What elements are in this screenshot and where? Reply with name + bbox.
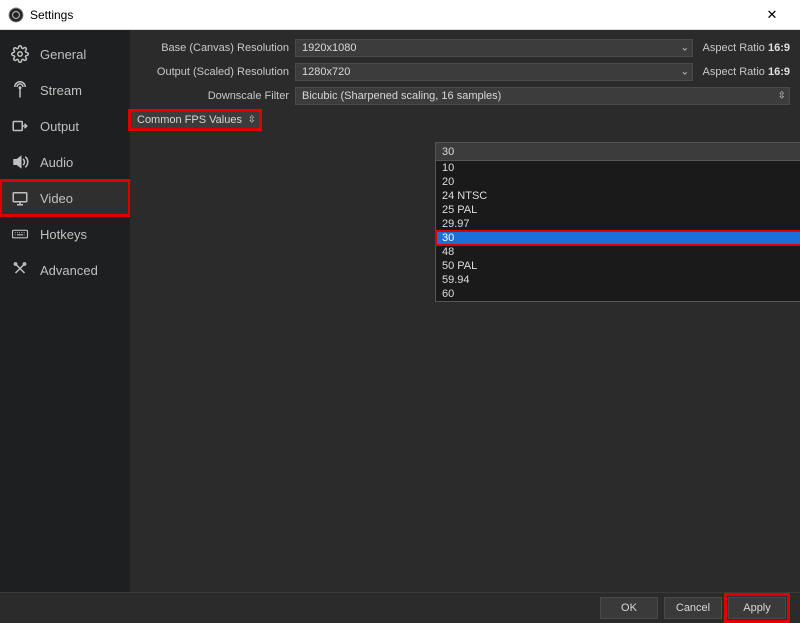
sidebar-item-general[interactable]: General: [0, 36, 130, 72]
ok-button[interactable]: OK: [600, 597, 658, 619]
footer: OK Cancel Apply: [0, 592, 800, 623]
fps-option-selected[interactable]: 30: [436, 231, 800, 245]
sidebar-item-label: Hotkeys: [40, 227, 87, 242]
cancel-button[interactable]: Cancel: [664, 597, 722, 619]
fps-mode-selector[interactable]: Common FPS Values ⇳: [130, 111, 260, 129]
combo-value: Bicubic (Sharpened scaling, 16 samples): [302, 90, 501, 102]
fps-current-value[interactable]: 30 ⇳: [436, 143, 800, 161]
output-icon: [10, 116, 30, 136]
fps-dropdown[interactable]: 30 ⇳ 10 20 24 NTSC 25 PAL 29.97 30 48 50…: [435, 142, 800, 302]
sidebar: General Stream Output Audio Video Hotkey…: [0, 30, 130, 592]
sidebar-item-label: Audio: [40, 155, 73, 170]
row-downscale-filter: Downscale Filter Bicubic (Sharpened scal…: [130, 86, 790, 106]
sidebar-item-label: Output: [40, 119, 79, 134]
fps-option[interactable]: 25 PAL: [436, 203, 800, 217]
sidebar-item-label: Advanced: [40, 263, 98, 278]
sidebar-item-hotkeys[interactable]: Hotkeys: [0, 216, 130, 252]
output-resolution-combo[interactable]: 1280x720 ⌄: [295, 63, 693, 81]
base-aspect-ratio: Aspect Ratio 16:9: [695, 42, 790, 54]
combo-value: 1920x1080: [302, 42, 356, 54]
main-panel: Base (Canvas) Resolution 1920x1080 ⌄ Asp…: [130, 30, 800, 592]
fps-option[interactable]: 60: [436, 287, 800, 301]
sidebar-item-label: Stream: [40, 83, 82, 98]
body: General Stream Output Audio Video Hotkey…: [0, 30, 800, 592]
output-aspect-ratio: Aspect Ratio 16:9: [695, 66, 790, 78]
chevron-down-icon: ⌄: [681, 67, 689, 78]
fps-option[interactable]: 59.94: [436, 273, 800, 287]
speaker-icon: [10, 152, 30, 172]
sidebar-item-advanced[interactable]: Advanced: [0, 252, 130, 288]
row-fps: Common FPS Values ⇳: [130, 110, 790, 130]
row-output-resolution: Output (Scaled) Resolution 1280x720 ⌄ As…: [130, 62, 790, 82]
spin-icon: ⇳: [778, 91, 786, 102]
antenna-icon: [10, 80, 30, 100]
fps-option[interactable]: 10: [436, 161, 800, 175]
window-title: Settings: [30, 8, 752, 22]
sidebar-item-stream[interactable]: Stream: [0, 72, 130, 108]
sidebar-item-audio[interactable]: Audio: [0, 144, 130, 180]
fps-option[interactable]: 50 PAL: [436, 259, 800, 273]
fps-option[interactable]: 48: [436, 245, 800, 259]
titlebar: Settings ✕: [0, 0, 800, 30]
sidebar-item-output[interactable]: Output: [0, 108, 130, 144]
downscale-filter-combo[interactable]: Bicubic (Sharpened scaling, 16 samples) …: [295, 87, 790, 105]
downscale-filter-label: Downscale Filter: [130, 90, 295, 102]
monitor-icon: [10, 188, 30, 208]
obs-icon: [8, 7, 24, 23]
sidebar-item-label: Video: [40, 191, 73, 206]
chevron-down-icon: ⌄: [681, 43, 689, 54]
spin-icon: ⇳: [248, 115, 256, 126]
apply-button[interactable]: Apply: [728, 597, 786, 619]
base-resolution-label: Base (Canvas) Resolution: [130, 42, 295, 54]
fps-option[interactable]: 20: [436, 175, 800, 189]
row-base-resolution: Base (Canvas) Resolution 1920x1080 ⌄ Asp…: [130, 38, 790, 58]
tools-icon: [10, 260, 30, 280]
gear-icon: [10, 44, 30, 64]
sidebar-item-label: General: [40, 47, 86, 62]
close-button[interactable]: ✕: [752, 7, 792, 23]
fps-mode-label: Common FPS Values: [137, 114, 242, 126]
base-resolution-combo[interactable]: 1920x1080 ⌄: [295, 39, 693, 57]
output-resolution-label: Output (Scaled) Resolution: [130, 66, 295, 78]
combo-value: 1280x720: [302, 66, 350, 78]
settings-window: Settings ✕ General Stream Output Audio: [0, 0, 800, 623]
fps-option[interactable]: 24 NTSC: [436, 189, 800, 203]
fps-option[interactable]: 29.97: [436, 217, 800, 231]
keyboard-icon: [10, 224, 30, 244]
sidebar-item-video[interactable]: Video: [0, 180, 130, 216]
